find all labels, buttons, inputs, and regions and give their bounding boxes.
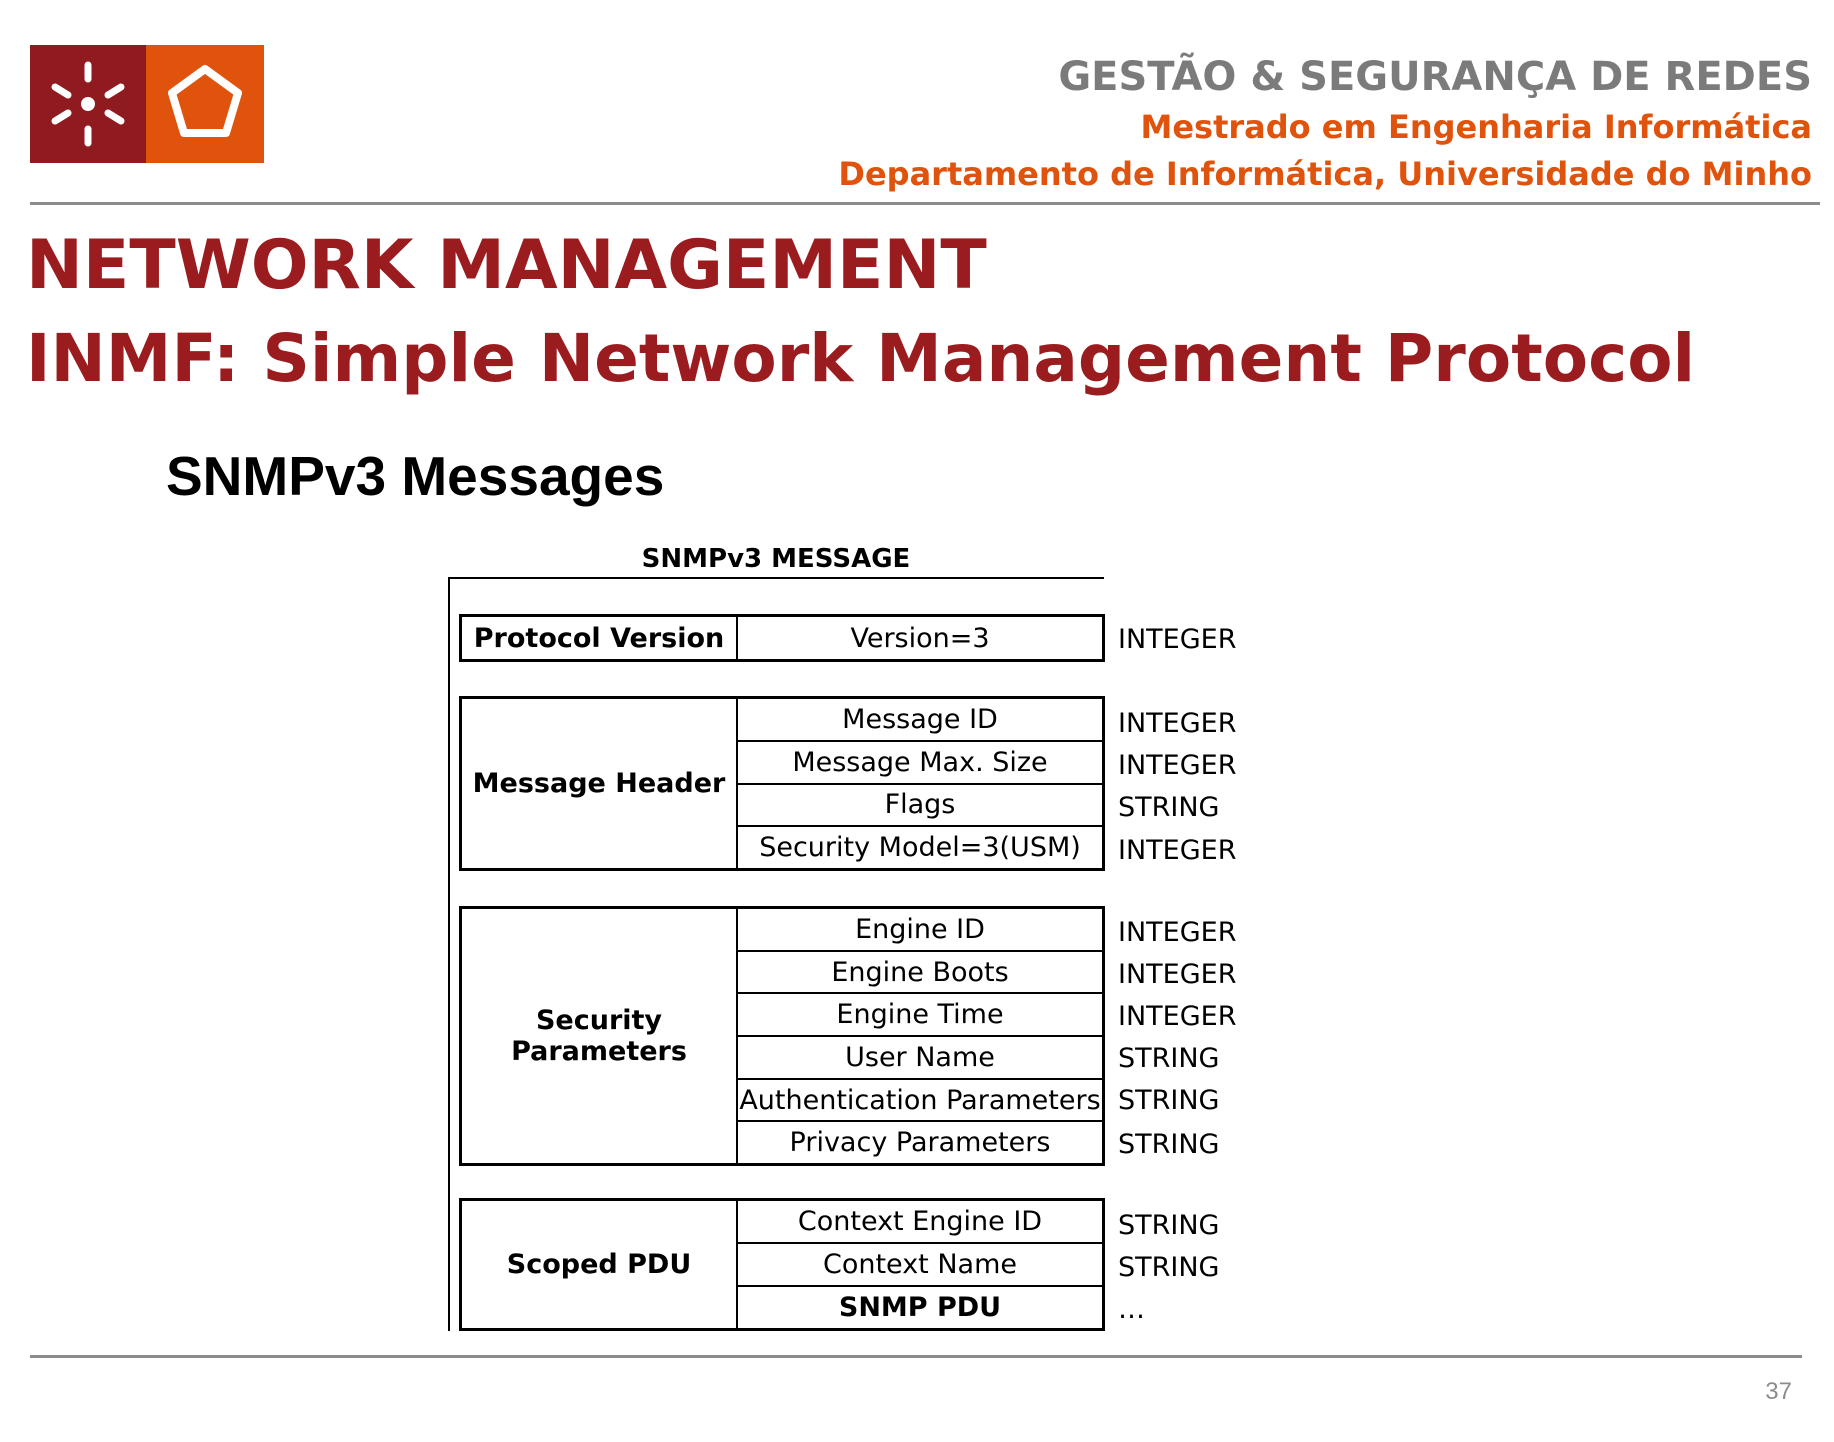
- group-label: Scoped PDU: [462, 1201, 738, 1328]
- field-cell: Version=3: [850, 622, 990, 654]
- field-type: …: [1118, 1294, 1145, 1325]
- field-cell: Privacy Parameters: [789, 1127, 1051, 1159]
- field-type: INTEGER: [1118, 959, 1237, 990]
- field-cell: Security Model=3(USM): [759, 832, 1081, 864]
- page-number: 37: [1765, 1378, 1792, 1405]
- university-logo: [30, 45, 264, 163]
- header-divider: [30, 202, 1820, 205]
- course-name: GESTÃO & SEGURANÇA DE REDES: [1058, 54, 1812, 100]
- field-type: STRING: [1118, 1210, 1220, 1241]
- group-label: Message Header: [462, 699, 738, 868]
- group-security-parameters: Security Parameters Engine ID Engine Boo…: [459, 906, 1105, 1166]
- field-type: INTEGER: [1118, 917, 1237, 948]
- diagram-bracket-side: [448, 577, 450, 1331]
- group-protocol-version: Protocol Version Version=3: [459, 614, 1105, 662]
- field-cell: Authentication Parameters: [738, 1080, 1102, 1123]
- field-cell-snmp-pdu: SNMP PDU: [838, 1292, 1002, 1323]
- logo-right-panel: [146, 45, 264, 163]
- group-scoped-pdu: Scoped PDU Context Engine ID Context Nam…: [459, 1198, 1105, 1331]
- field-type: STRING: [1118, 792, 1220, 823]
- group-message-header: Message Header Message ID Message Max. S…: [459, 696, 1105, 871]
- star-burst-icon: [51, 61, 125, 147]
- field-type: STRING: [1118, 1085, 1220, 1116]
- diagram-title: SNMPv3 MESSAGE: [641, 544, 911, 574]
- field-type: INTEGER: [1118, 624, 1237, 655]
- logo-left-panel: [30, 45, 146, 163]
- pentagon-icon: [168, 65, 242, 137]
- field-cell: User Name: [738, 1037, 1102, 1080]
- field-type: STRING: [1118, 1129, 1220, 1160]
- diagram-bracket-top: [448, 577, 1104, 579]
- field-cell: Message Max. Size: [738, 742, 1102, 785]
- slide-subtitle: INMF: Simple Network Management Protocol: [26, 320, 1696, 397]
- field-cell: Engine Boots: [738, 952, 1102, 995]
- field-type: INTEGER: [1118, 835, 1237, 866]
- group-label: Security Parameters: [462, 909, 738, 1163]
- field-cell: Message ID: [738, 699, 1102, 742]
- degree-name: Mestrado em Engenharia Informática: [1140, 108, 1812, 146]
- field-type: INTEGER: [1118, 1001, 1237, 1032]
- field-type: STRING: [1118, 1043, 1220, 1074]
- field-type: INTEGER: [1118, 750, 1237, 781]
- department-name: Departamento de Informática, Universidad…: [838, 155, 1812, 193]
- slide-title: NETWORK MANAGEMENT: [26, 226, 987, 305]
- field-type: INTEGER: [1118, 708, 1237, 739]
- section-heading: SNMPv3 Messages: [166, 445, 665, 507]
- footer-divider: [30, 1355, 1802, 1358]
- group-label: Protocol Version: [462, 617, 738, 659]
- field-cell: Engine ID: [738, 909, 1102, 952]
- field-cell: Context Engine ID: [738, 1201, 1102, 1244]
- field-type: STRING: [1118, 1252, 1220, 1283]
- field-cell: Engine Time: [738, 994, 1102, 1038]
- field-cell: Flags: [738, 785, 1102, 828]
- field-cell: Context Name: [738, 1244, 1102, 1287]
